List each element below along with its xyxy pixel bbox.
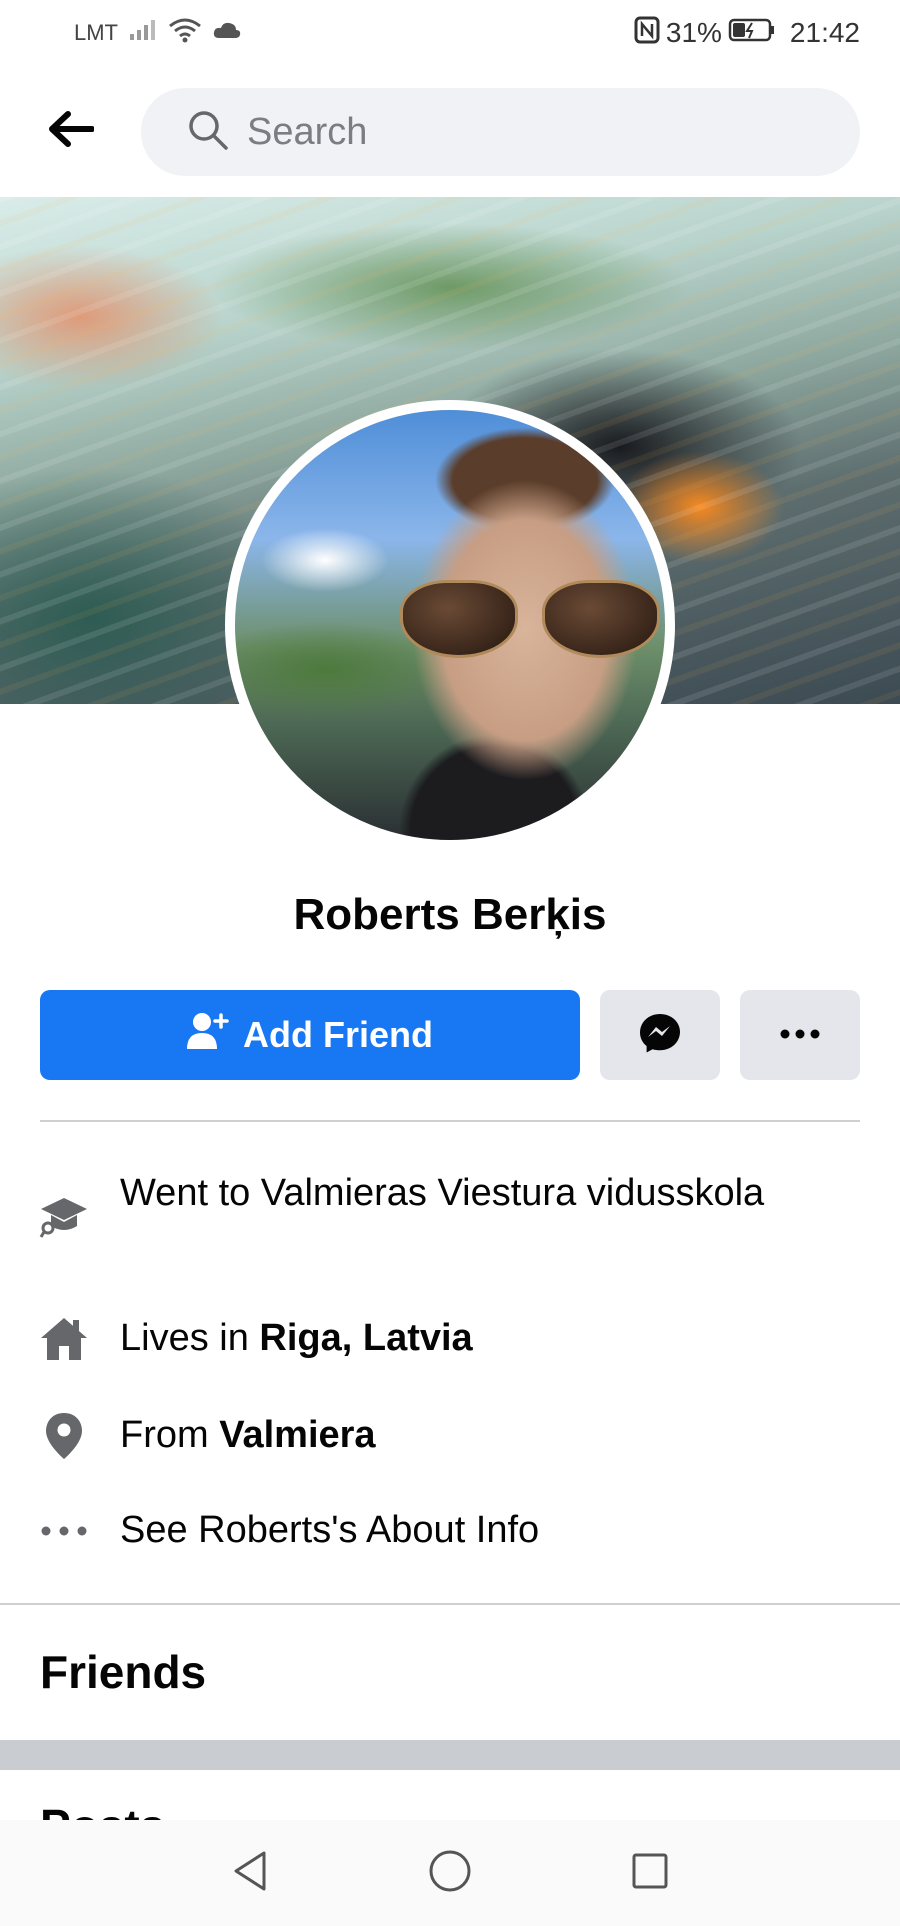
top-bar: Search — [0, 66, 900, 196]
add-friend-button[interactable]: Add Friend — [40, 990, 580, 1080]
divider — [40, 1120, 860, 1122]
status-right: 31% 21:42 — [634, 16, 860, 51]
signal-icon — [128, 18, 158, 48]
back-arrow-icon — [48, 110, 95, 152]
system-nav-bar — [0, 1820, 900, 1926]
carrier-label: LMT — [74, 20, 118, 45]
profile-picture[interactable] — [225, 400, 675, 850]
search-icon — [187, 109, 229, 156]
back-button[interactable] — [36, 96, 106, 166]
sunglasses-detail — [400, 580, 660, 660]
intro-see-about[interactable]: See Roberts's About Info — [0, 1505, 900, 1557]
search-input[interactable]: Search — [141, 88, 860, 176]
more-icon — [780, 1026, 820, 1044]
from-place-link[interactable]: Valmiera — [219, 1414, 375, 1456]
graduation-cap-icon — [38, 1190, 90, 1242]
section-divider — [0, 1603, 900, 1605]
battery-percent: 31% — [665, 17, 722, 48]
add-friend-label: Add Friend — [243, 1014, 433, 1055]
search-placeholder: Search — [247, 110, 368, 153]
clock: 21:42 — [789, 17, 860, 48]
nfc-icon — [634, 16, 660, 51]
status-left: LMT — [74, 17, 242, 49]
intro-from: From Valmiera — [0, 1410, 900, 1462]
lives-in-prefix: Lives in — [120, 1317, 260, 1359]
friends-section-title[interactable]: Friends — [40, 1645, 206, 1699]
intro-lives-in: Lives in Riga, Latvia — [0, 1313, 900, 1365]
see-about-link[interactable]: See Roberts's About Info — [120, 1505, 840, 1555]
profile-name: Roberts Berķis — [293, 890, 607, 939]
nav-back-button[interactable] — [225, 1848, 275, 1898]
circle-home-icon — [428, 1849, 472, 1898]
cloud-icon — [212, 20, 242, 46]
add-friend-icon — [187, 1011, 229, 1060]
intro-education: Went to Valmieras Viestura vidusskola — [0, 1168, 900, 1242]
from-prefix: From — [120, 1414, 220, 1456]
education-text: Went to Valmieras Viestura vidusskola — [120, 1172, 765, 1214]
more-options-button[interactable] — [740, 990, 860, 1080]
from-text: From Valmiera — [120, 1410, 840, 1460]
nav-home-button[interactable] — [425, 1848, 475, 1898]
triangle-back-icon — [230, 1849, 270, 1898]
messenger-icon — [638, 1011, 682, 1060]
status-bar: LMT 31% 21:42 — [0, 0, 900, 66]
wifi-icon — [168, 17, 202, 49]
lives-in-text: Lives in Riga, Latvia — [120, 1313, 840, 1363]
square-recents-icon — [630, 1851, 670, 1896]
section-separator — [0, 1740, 900, 1770]
more-dots-icon — [38, 1505, 90, 1557]
profile-actions: Add Friend — [40, 990, 860, 1080]
home-icon — [38, 1313, 90, 1365]
battery-icon — [728, 17, 776, 50]
lives-in-place-link[interactable]: Riga, Latvia — [259, 1317, 472, 1359]
nav-recents-button[interactable] — [625, 1848, 675, 1898]
location-pin-icon — [38, 1410, 90, 1462]
message-button[interactable] — [600, 990, 720, 1080]
